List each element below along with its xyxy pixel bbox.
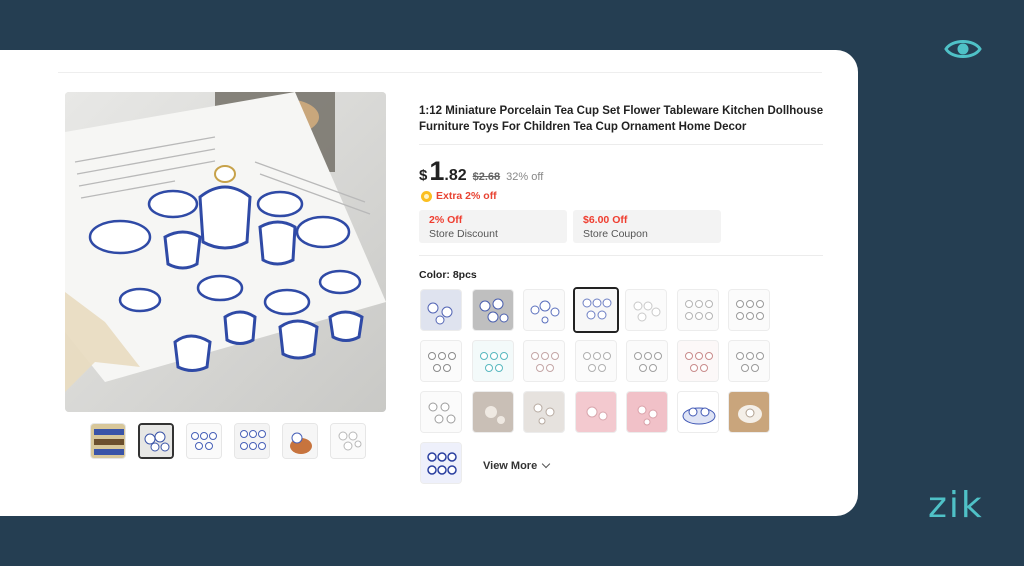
thumbnail-6[interactable] (330, 423, 366, 459)
thumbnail-strip (90, 423, 366, 459)
color-label: Color: 8pcs (419, 269, 477, 281)
store-coupon[interactable]: $6.00 Off Store Coupon (573, 210, 721, 243)
thumbnail-4[interactable] (234, 423, 270, 459)
color-option-selected[interactable] (573, 287, 619, 333)
color-option[interactable] (728, 391, 770, 433)
coupon-label: Store Coupon (583, 228, 648, 240)
color-option[interactable] (472, 340, 514, 382)
product-title: 1:12 Miniature Porcelain Tea Cup Set Flo… (419, 105, 824, 133)
price: $ 1 .82 $2.68 32% off (419, 156, 543, 187)
color-option[interactable] (728, 289, 770, 331)
main-product-image[interactable] (65, 92, 386, 412)
divider (419, 144, 823, 145)
color-option[interactable] (677, 289, 719, 331)
color-option[interactable] (420, 391, 462, 433)
color-option[interactable] (523, 391, 565, 433)
divider (419, 255, 823, 256)
color-option[interactable] (677, 391, 719, 433)
price-currency: $ (419, 167, 428, 184)
color-option[interactable] (420, 289, 462, 331)
chevron-down-icon (541, 459, 551, 469)
coin-icon (421, 190, 432, 202)
color-option[interactable] (523, 289, 565, 331)
extra-discount: Extra 2% off (421, 190, 497, 202)
color-option[interactable] (420, 340, 462, 382)
color-option[interactable] (575, 340, 617, 382)
color-option[interactable] (472, 289, 514, 331)
eye-icon (944, 40, 982, 58)
thumbnail-1[interactable] (90, 423, 126, 459)
color-option[interactable] (575, 391, 617, 433)
color-option[interactable] (625, 289, 667, 331)
coupon-title: $6.00 Off (583, 214, 628, 226)
price-integer: 1 (429, 156, 445, 186)
color-option[interactable] (728, 340, 770, 382)
price-decimal: .82 (444, 167, 467, 184)
brand-logo: zik (928, 485, 984, 526)
store-discount-coupon[interactable]: 2% Off Store Discount (419, 210, 567, 243)
color-option[interactable] (626, 391, 668, 433)
coupon-title: 2% Off (429, 214, 463, 226)
color-option[interactable] (626, 340, 668, 382)
divider (58, 72, 822, 73)
color-option[interactable] (472, 391, 514, 433)
thumbnail-3[interactable] (186, 423, 222, 459)
color-option[interactable] (420, 442, 462, 484)
color-option[interactable] (523, 340, 565, 382)
view-more-button[interactable]: View More (483, 459, 551, 472)
extra-discount-label: Extra 2% off (436, 190, 497, 202)
color-option[interactable] (677, 340, 719, 382)
thumbnail-5[interactable] (282, 423, 318, 459)
view-more-label: View More (483, 460, 538, 472)
coupon-label: Store Discount (429, 228, 498, 240)
thumbnail-2[interactable] (138, 423, 174, 459)
original-price: $2.68 (472, 171, 501, 183)
discount-percent: 32% off (506, 171, 544, 183)
